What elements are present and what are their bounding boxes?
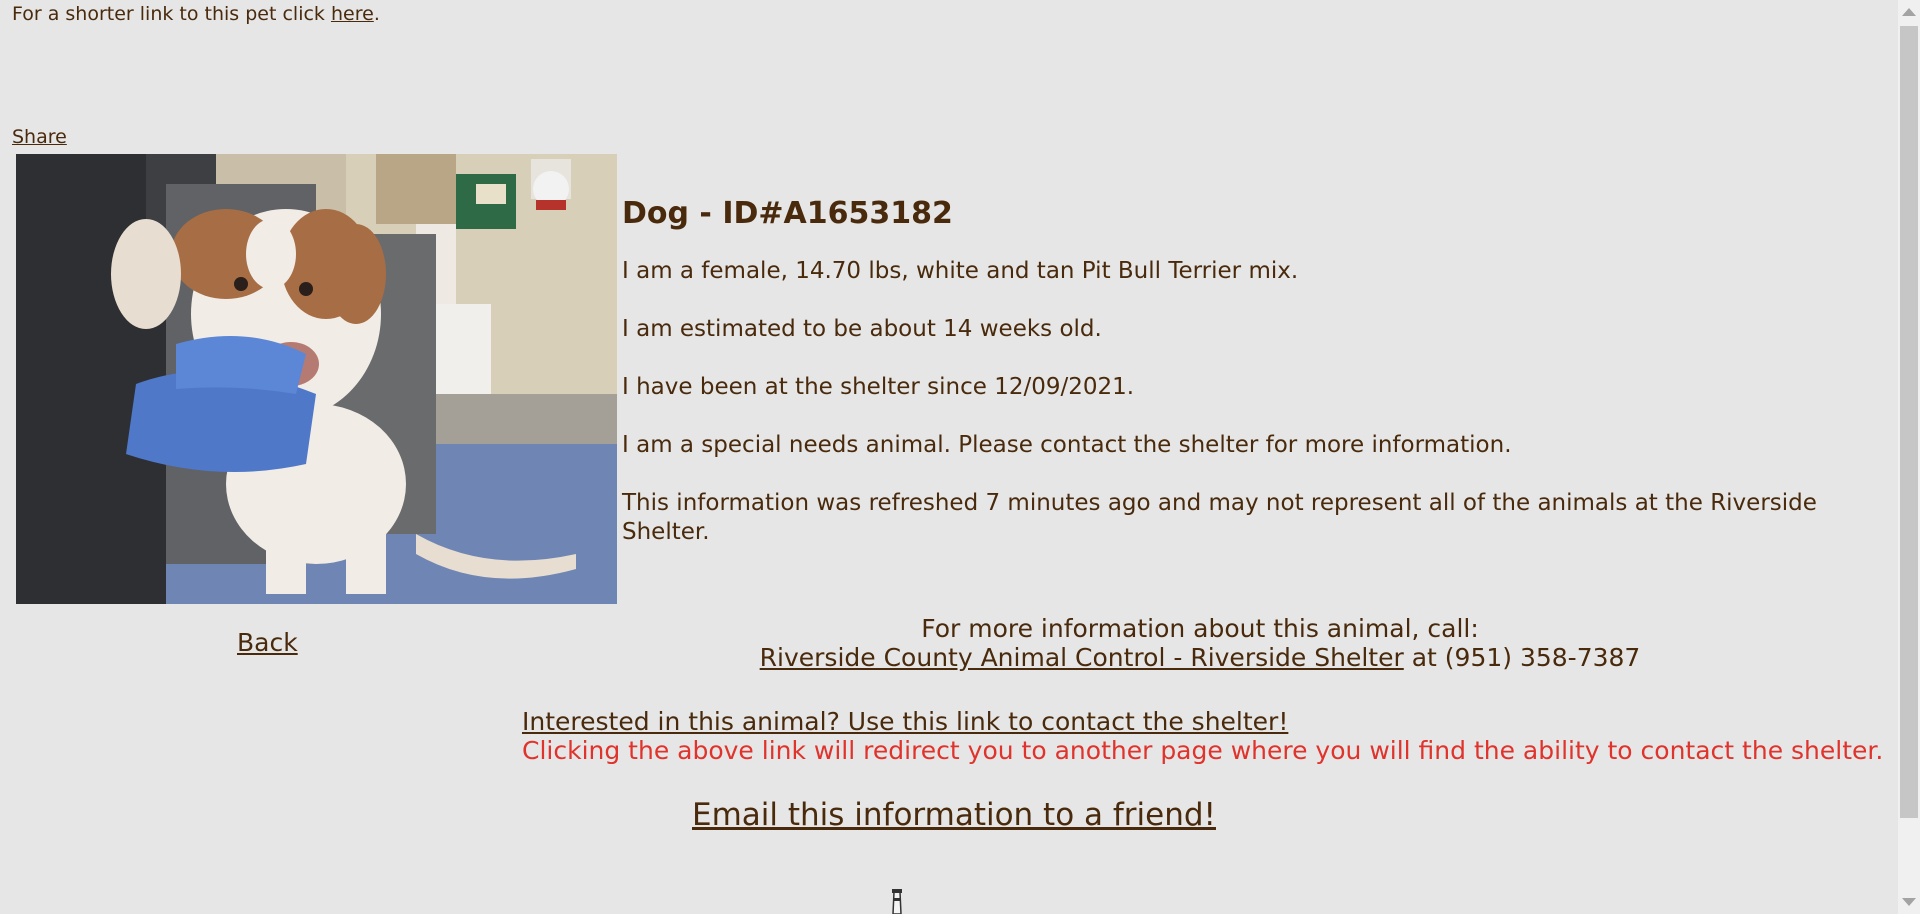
shelter-phone: at (951) 358-7387 <box>1403 643 1641 672</box>
shelter-line: Riverside County Animal Control - Rivers… <box>622 643 1778 672</box>
short-link-line: For a shorter link to this pet click her… <box>12 3 380 25</box>
animal-title: Dog - ID#A1653182 <box>622 196 953 231</box>
redirect-note: Clicking the above link will redirect yo… <box>522 736 1884 765</box>
interested-block: Interested in this animal? Use this link… <box>522 707 1883 765</box>
scroll-up-icon[interactable] <box>1902 8 1916 16</box>
scroll-down-icon[interactable] <box>1902 898 1916 906</box>
short-link-suffix: . <box>373 3 380 25</box>
lighthouse-icon <box>892 889 902 914</box>
special-needs-note: I am a special needs animal. Please cont… <box>622 432 1512 458</box>
scrollbar-thumb[interactable] <box>1900 26 1918 818</box>
email-friend-link[interactable]: Email this information to a friend! <box>692 797 1216 833</box>
animal-intake-date: I have been at the shelter since 12/09/2… <box>622 374 1135 400</box>
call-prompt: For more information about this animal, … <box>921 614 1479 643</box>
short-link-prefix: For a shorter link to this pet click <box>12 3 331 25</box>
back-link[interactable]: Back <box>237 628 298 657</box>
animal-description: I am a female, 14.70 lbs, white and tan … <box>622 258 1299 284</box>
shelter-link[interactable]: Riverside County Animal Control - Rivers… <box>760 643 1404 672</box>
short-link-here[interactable]: here <box>331 3 374 25</box>
animal-age: I am estimated to be about 14 weeks old. <box>622 316 1102 342</box>
contact-call-block: For more information about this animal, … <box>622 614 1778 672</box>
page: For a shorter link to this pet click her… <box>0 0 1898 914</box>
refresh-note: This information was refreshed 7 minutes… <box>622 490 1817 545</box>
share-link[interactable]: Share <box>12 126 67 148</box>
pet-photo <box>16 154 617 604</box>
page-scrollbar[interactable] <box>1898 0 1920 914</box>
interested-link[interactable]: Interested in this animal? Use this link… <box>522 707 1288 736</box>
animal-details: Dog - ID#A1653182 I am a female, 14.70 l… <box>622 196 1892 576</box>
